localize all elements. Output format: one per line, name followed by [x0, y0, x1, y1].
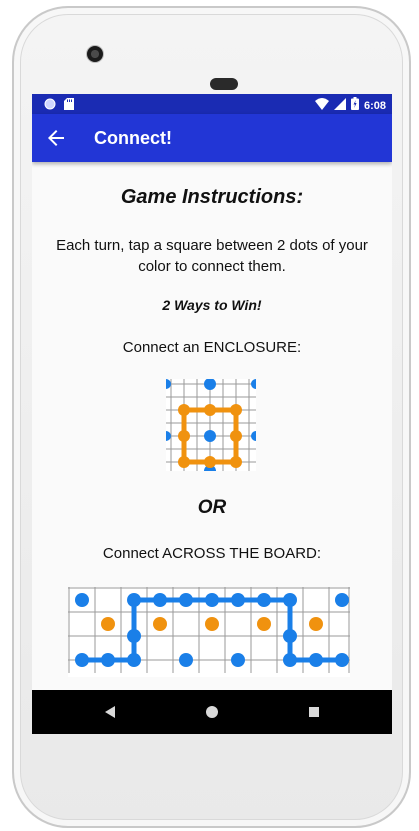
instructions-body: Each turn, tap a square between 2 dots o…: [56, 237, 368, 275]
earpiece-speaker: [210, 78, 238, 90]
ways-to-win-title: 2 Ways to Win!: [162, 297, 262, 313]
across-board-label: Connect ACROSS THE BOARD:: [102, 545, 322, 562]
signal-icon: [333, 97, 346, 115]
arrow-back-icon: [44, 130, 68, 154]
nav-recents-button[interactable]: [302, 700, 326, 724]
nav-back-icon: [98, 706, 122, 728]
back-button[interactable]: [44, 126, 68, 150]
screen: 6:08 Connect! Game Instructions: Each tu…: [32, 94, 392, 734]
circle-notification-icon: [44, 97, 56, 115]
app-title: Connect!: [94, 128, 172, 148]
phone-frame: 6:08 Connect! Game Instructions: Each tu…: [12, 6, 411, 828]
battery-charging-icon: [350, 97, 359, 115]
or-divider-text: OR: [197, 497, 227, 518]
instructions-heading: Game Instructions:: [120, 186, 304, 208]
status-time: 6:08: [363, 100, 386, 112]
nav-back-button[interactable]: [98, 700, 122, 724]
sd-card-icon: [64, 97, 74, 115]
nav-recents-icon: [302, 707, 326, 728]
enclosure-label: Connect an ENCLOSURE:: [122, 339, 302, 356]
system-nav-bar: [32, 690, 392, 734]
nav-home-button[interactable]: [200, 700, 224, 724]
across-board-example-image: [68, 587, 350, 682]
status-bar: 6:08: [32, 94, 392, 114]
front-camera: [86, 45, 104, 63]
instructions-content[interactable]: Game Instructions: Each turn, tap a squa…: [32, 162, 392, 690]
enclosure-example-image: [161, 378, 261, 477]
app-bar: Connect!: [32, 114, 392, 162]
nav-home-icon: [200, 706, 224, 728]
wifi-icon: [314, 97, 329, 115]
